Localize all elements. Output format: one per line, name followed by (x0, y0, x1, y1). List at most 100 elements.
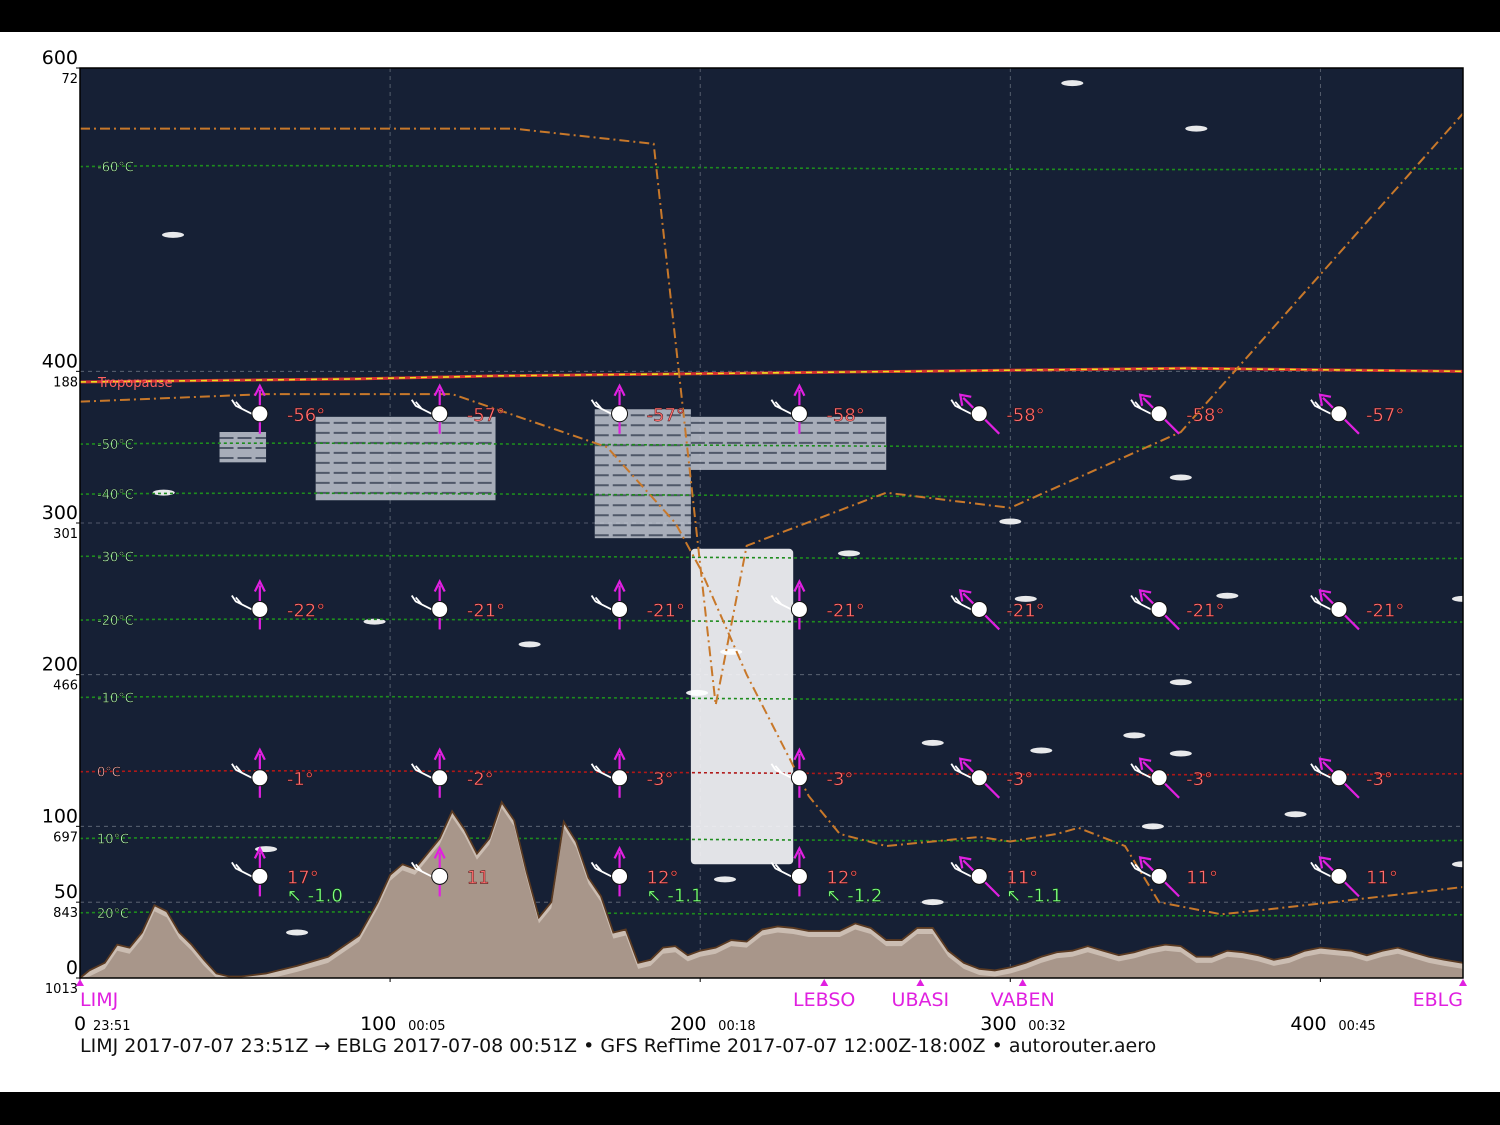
station-circle (1150, 405, 1168, 423)
station-circle (970, 405, 988, 423)
x-tick-label: 300 (980, 1013, 1016, 1035)
temperature-value: -21° (647, 600, 685, 621)
station-circle (251, 867, 269, 885)
temperature-value: -56° (287, 405, 325, 426)
waypoint-marker (1018, 979, 1027, 986)
station-circle (970, 769, 988, 787)
waypoint-label: VABEN (991, 989, 1055, 1011)
cloud-marker (1216, 592, 1239, 599)
y-tick-label-fl: 50 (54, 881, 78, 903)
station-circle (611, 769, 629, 787)
temperature-value: -57° (1366, 405, 1404, 426)
x-tick-time: 23:51 (93, 1019, 130, 1034)
station-circle (1330, 769, 1348, 787)
temperature-value: -3° (826, 769, 853, 790)
convective-cloud (690, 548, 794, 865)
isotherm-label: -10°C (97, 691, 134, 706)
y-tick-label-hpa: 1013 (45, 982, 78, 997)
waypoint-marker (820, 979, 829, 986)
cloud-layer (315, 416, 496, 501)
cloud-marker (1185, 125, 1208, 132)
station-circle (970, 600, 988, 618)
isotherm-label: -20°C (97, 614, 134, 629)
station-circle (970, 867, 988, 885)
temperature-value: -58° (1006, 405, 1044, 426)
temperature-value: -21° (826, 600, 864, 621)
waypoint-label: LEBSO (793, 989, 855, 1011)
y-tick-label-hpa: 301 (53, 527, 78, 542)
x-tick-label: 100 (360, 1013, 396, 1035)
temperature-value: 11 (467, 867, 490, 888)
vertical-speed-value: ↖ -1.2 (826, 885, 882, 906)
y-tick-label-hpa: 466 (53, 679, 78, 694)
station-circle (1150, 769, 1168, 787)
y-tick-label-hpa: 72 (61, 72, 78, 87)
cloud-marker (286, 929, 309, 936)
vertical-profile-chart: -60°C -50°C -40°C -30°C -20°C -10°C 0°C 10°C 20°… (42, 47, 1474, 1035)
y-tick-label-hpa: 697 (53, 830, 78, 845)
y-tick-label-fl: 200 (42, 654, 78, 676)
cloud-marker (921, 899, 944, 906)
y-tick-label-fl: 100 (42, 805, 78, 827)
temperature-value: -21° (1186, 600, 1224, 621)
temperature-value: -21° (1366, 600, 1404, 621)
station-circle (790, 405, 808, 423)
temperature-value: -3° (1366, 769, 1393, 790)
cloud-marker (720, 648, 743, 655)
vertical-speed-value: ↖ -1.0 (287, 885, 343, 906)
waypoint-label: UBASI (892, 989, 950, 1011)
y-tick-label-fl: 0 (66, 957, 78, 979)
temperature-value: -57° (467, 405, 505, 426)
isotherm-label: -40°C (97, 488, 134, 503)
station-circle (1330, 600, 1348, 618)
temperature-value: -21° (467, 600, 505, 621)
station-circle (251, 600, 269, 618)
temperature-value: 11° (1366, 867, 1398, 888)
tropopause-label: Tropopause (97, 376, 172, 391)
station-circle (251, 405, 269, 423)
station-circle (1330, 405, 1348, 423)
temperature-value: -22° (287, 600, 325, 621)
cloud-marker (1169, 474, 1192, 481)
waypoint-label: LIMJ (80, 989, 118, 1011)
footer-text: LIMJ 2017-07-07 23:51Z → EBLG 2017-07-08… (80, 1035, 1157, 1057)
waypoint-marker (916, 979, 925, 986)
y-tick-label-fl: 600 (42, 47, 78, 69)
temperature-value: -57° (647, 405, 685, 426)
cloud-marker (686, 689, 709, 696)
station-circle (611, 600, 629, 618)
station-circle (431, 600, 449, 618)
letterbox-bottom (0, 1092, 1500, 1125)
y-tick-label-hpa: 843 (53, 906, 78, 921)
x-tick-label: 200 (670, 1013, 706, 1035)
station-circle (790, 769, 808, 787)
isotherm-label: 10°C (97, 832, 129, 847)
temperature-value: -2° (467, 769, 494, 790)
cloud-marker (1169, 679, 1192, 686)
temperature-value: -21° (1006, 600, 1044, 621)
station-circle (790, 867, 808, 885)
x-tick-label: 400 (1290, 1013, 1326, 1035)
station-circle (1330, 867, 1348, 885)
station-circle (431, 405, 449, 423)
temperature-value: -3° (1006, 769, 1033, 790)
station-circle (431, 769, 449, 787)
cloud-marker (921, 739, 944, 746)
station-circle (431, 867, 449, 885)
cloud-marker (162, 231, 185, 238)
cloud-marker (1061, 80, 1084, 87)
temperature-value: -3° (1186, 769, 1213, 790)
station-circle (611, 867, 629, 885)
station-circle (1150, 867, 1168, 885)
letterbox-top (0, 0, 1500, 32)
cloud-marker (713, 876, 736, 883)
x-tick-time: 00:45 (1338, 1019, 1375, 1034)
cloud-marker (838, 550, 861, 557)
isotherm-label: 20°C (97, 907, 129, 922)
cloud-marker (1030, 747, 1053, 754)
cloud-layer (594, 409, 691, 539)
waypoint-label: EBLG (1413, 989, 1463, 1011)
station-circle (251, 769, 269, 787)
vertical-speed-value: ↖ -1.1 (1006, 885, 1062, 906)
cloud-marker (1169, 750, 1192, 757)
